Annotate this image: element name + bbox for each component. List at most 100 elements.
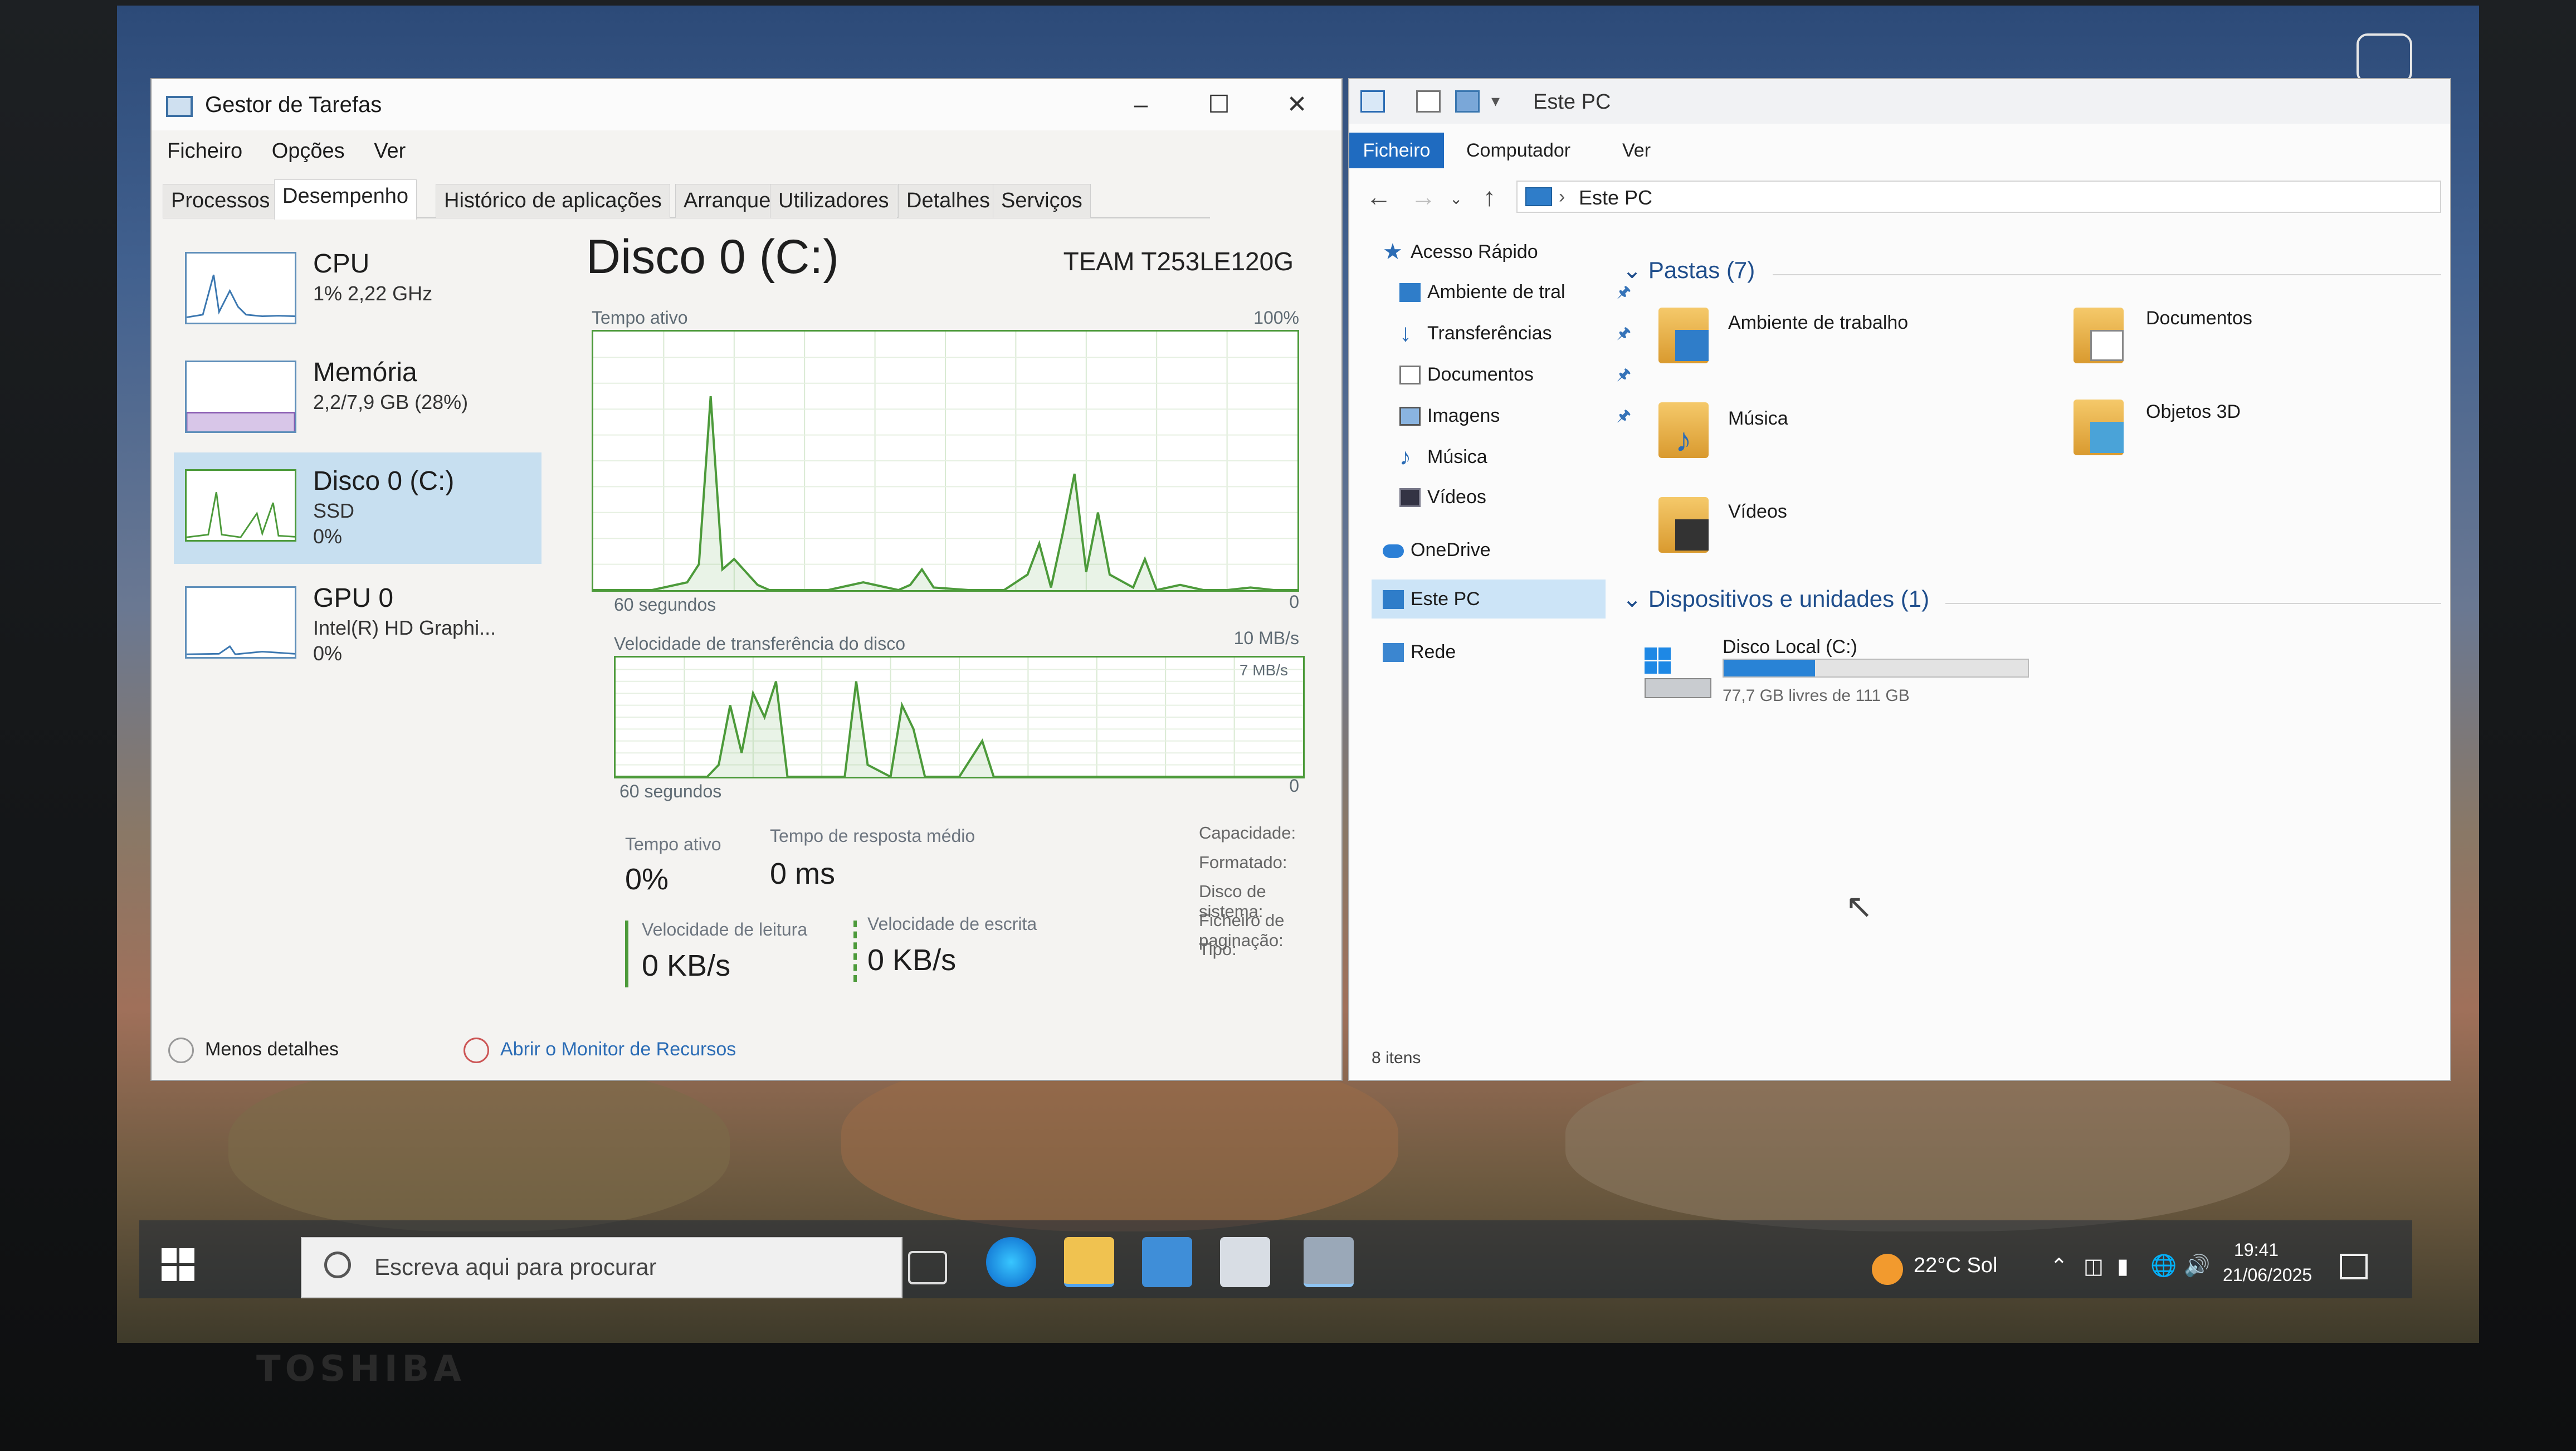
nav-selection-highlight bbox=[1372, 580, 1606, 619]
clock-date[interactable]: 21/06/2025 bbox=[2223, 1265, 2312, 1286]
ribbon-computer-tab[interactable]: Computador bbox=[1466, 133, 1570, 168]
tab-detalhes[interactable]: Detalhes bbox=[898, 184, 998, 218]
weather-text[interactable]: 22°C Sol bbox=[1914, 1254, 1997, 1278]
task-view-icon[interactable] bbox=[908, 1251, 947, 1284]
recent-dropdown-icon[interactable]: ⌄ bbox=[1450, 189, 1462, 208]
nav-videos[interactable]: Vídeos bbox=[1399, 480, 1486, 514]
disk-model: TEAM T253LE120G bbox=[1063, 247, 1294, 276]
nav-onedrive[interactable]: OneDrive bbox=[1383, 533, 1491, 567]
quick-access-dropdown-icon[interactable]: ▾ bbox=[1491, 91, 1500, 111]
tab-servicos[interactable]: Serviços bbox=[993, 184, 1091, 218]
computer-icon bbox=[1383, 590, 1404, 609]
sidebar-disk-usage: 0% bbox=[313, 525, 343, 548]
graph2-mark: 7 MB/s bbox=[1239, 661, 1288, 679]
nav-desktop[interactable]: Ambiente de tral 🖈 bbox=[1399, 275, 1631, 309]
devices-header-label: Dispositivos e unidades (1) bbox=[1648, 586, 1930, 612]
sidebar-memory-name: Memória bbox=[313, 358, 417, 387]
weather-sun-icon[interactable] bbox=[1872, 1254, 1903, 1285]
menu-opcoes[interactable]: Opções bbox=[272, 139, 345, 163]
tab-arranque[interactable]: Arranque bbox=[675, 184, 779, 218]
edge-browser-icon[interactable] bbox=[986, 1237, 1036, 1287]
minimize-button[interactable]: – bbox=[1108, 87, 1174, 123]
sidebar-item-cpu[interactable]: CPU 1% 2,22 GHz bbox=[174, 235, 541, 347]
close-button[interactable]: ✕ bbox=[1263, 87, 1330, 123]
globe-icon[interactable]: 🌐 bbox=[2150, 1254, 2177, 1278]
network-icon bbox=[1383, 643, 1404, 662]
menu-ficheiro[interactable]: Ficheiro bbox=[167, 139, 242, 163]
active-time-label: Tempo ativo bbox=[625, 834, 721, 854]
resource-monitor-link[interactable]: Abrir o Monitor de Recursos bbox=[464, 1038, 736, 1063]
clock-time[interactable]: 19:41 bbox=[2234, 1240, 2279, 1260]
device-tray-icon[interactable]: ◫ bbox=[2084, 1254, 2104, 1279]
film-overlay-icon bbox=[1675, 519, 1709, 551]
pin-icon[interactable]: 🖈 bbox=[1617, 399, 1631, 432]
read-speed-label: Velocidade de leitura bbox=[642, 919, 808, 939]
task-manager-window: Gestor de Tarefas – ☐ ✕ Ficheiro Opções … bbox=[150, 78, 1343, 1081]
active-time-value: 0% bbox=[625, 863, 669, 896]
mail-icon[interactable] bbox=[1220, 1237, 1270, 1287]
nav-network[interactable]: Rede bbox=[1383, 635, 1456, 669]
up-arrow-icon[interactable]: ↑ bbox=[1483, 182, 1496, 212]
battery-icon[interactable]: ▮ bbox=[2117, 1254, 2129, 1279]
back-arrow-icon[interactable]: ← bbox=[1366, 182, 1392, 212]
pin-icon[interactable]: 🖈 bbox=[1617, 358, 1631, 391]
tab-processos[interactable]: Processos bbox=[163, 184, 279, 218]
taskbar-search-box[interactable]: Escreva aqui para procurar bbox=[301, 1237, 902, 1298]
memory-thumbnail bbox=[185, 361, 296, 433]
forward-arrow-icon[interactable]: → bbox=[1411, 182, 1436, 212]
task-manager-taskbar-icon[interactable] bbox=[1304, 1237, 1354, 1287]
nav-music[interactable]: ♪ Música bbox=[1399, 440, 1487, 474]
sidebar-item-gpu[interactable]: GPU 0 Intel(R) HD Graphi... 0% bbox=[174, 569, 541, 681]
address-bar: ← → ⌄ ↑ › Este PC bbox=[1349, 177, 2450, 216]
properties-icon[interactable] bbox=[1416, 90, 1441, 113]
document-overlay-icon bbox=[2090, 330, 2124, 361]
pc-quick-icon[interactable] bbox=[1360, 90, 1385, 113]
ribbon-view-tab[interactable]: Ver bbox=[1622, 133, 1651, 168]
nav-network-label: Rede bbox=[1411, 641, 1456, 663]
nav-pictures-label: Imagens bbox=[1427, 405, 1500, 426]
drive-free-space: 77,7 GB livres de 111 GB bbox=[1723, 686, 1910, 705]
sidebar-item-disk[interactable]: Disco 0 (C:) SSD 0% bbox=[174, 452, 541, 564]
tab-historico[interactable]: Histórico de aplicações bbox=[436, 184, 670, 218]
pin-icon[interactable]: 🖈 bbox=[1617, 317, 1631, 350]
windows-start-icon[interactable] bbox=[162, 1248, 195, 1282]
devices-section-header[interactable]: ⌄ Dispositivos e unidades (1) bbox=[1622, 585, 1929, 612]
folders-section-header[interactable]: ⌄ Pastas (7) bbox=[1622, 256, 1755, 284]
graph1-min: 0 bbox=[1289, 592, 1299, 612]
nav-downloads[interactable]: ↓ Transferências 🖈 bbox=[1399, 317, 1631, 350]
resource-monitor-icon bbox=[464, 1038, 489, 1063]
notifications-icon[interactable] bbox=[2340, 1254, 2368, 1279]
chevron-up-tray-icon[interactable]: ⌃ bbox=[2050, 1254, 2068, 1279]
read-speed-value: 0 KB/s bbox=[642, 949, 731, 982]
title-bar: Gestor de Tarefas – ☐ ✕ bbox=[152, 79, 1341, 130]
chevron-up-icon bbox=[168, 1038, 194, 1063]
nav-documents[interactable]: Documentos 🖈 bbox=[1399, 358, 1631, 391]
active-time-chart bbox=[592, 330, 1299, 592]
store-icon[interactable] bbox=[1142, 1237, 1192, 1287]
write-speed-label: Velocidade de escrita bbox=[867, 914, 1037, 934]
sidebar-item-memory[interactable]: Memória 2,2/7,9 GB (28%) bbox=[174, 344, 541, 455]
sidebar-gpu-name: GPU 0 bbox=[313, 583, 394, 613]
task-manager-icon bbox=[166, 96, 193, 117]
new-folder-icon[interactable] bbox=[1455, 90, 1480, 113]
tab-desempenho[interactable]: Desempenho bbox=[274, 179, 417, 220]
fewer-details-button[interactable]: Menos detalhes bbox=[168, 1038, 339, 1063]
graph2-time: 60 segundos bbox=[619, 781, 722, 801]
nav-pictures[interactable]: Imagens 🖈 bbox=[1399, 399, 1631, 432]
maximize-button[interactable]: ☐ bbox=[1185, 87, 1252, 123]
resource-monitor-label: Abrir o Monitor de Recursos bbox=[500, 1038, 736, 1060]
music-overlay-icon: ♪ bbox=[1675, 421, 1692, 459]
info-capacity-label: Capacidade: bbox=[1199, 823, 1296, 843]
section-divider bbox=[1945, 603, 2441, 604]
video-icon bbox=[1399, 488, 1421, 507]
sidebar-gpu-sub: Intel(R) HD Graphi... bbox=[313, 616, 496, 639]
address-box[interactable]: › Este PC bbox=[1516, 181, 2441, 213]
nav-quick-access[interactable]: ★ Acesso Rápido bbox=[1383, 235, 1538, 269]
user-icon[interactable] bbox=[2357, 33, 2412, 84]
nav-this-pc[interactable]: Este PC bbox=[1383, 582, 1480, 616]
tab-utilizadores[interactable]: Utilizadores bbox=[770, 184, 897, 218]
speaker-icon[interactable]: 🔊 bbox=[2184, 1254, 2210, 1278]
file-explorer-taskbar-icon[interactable] bbox=[1064, 1237, 1114, 1287]
ribbon-file-tab[interactable]: Ficheiro bbox=[1349, 133, 1444, 168]
menu-ver[interactable]: Ver bbox=[374, 139, 406, 163]
